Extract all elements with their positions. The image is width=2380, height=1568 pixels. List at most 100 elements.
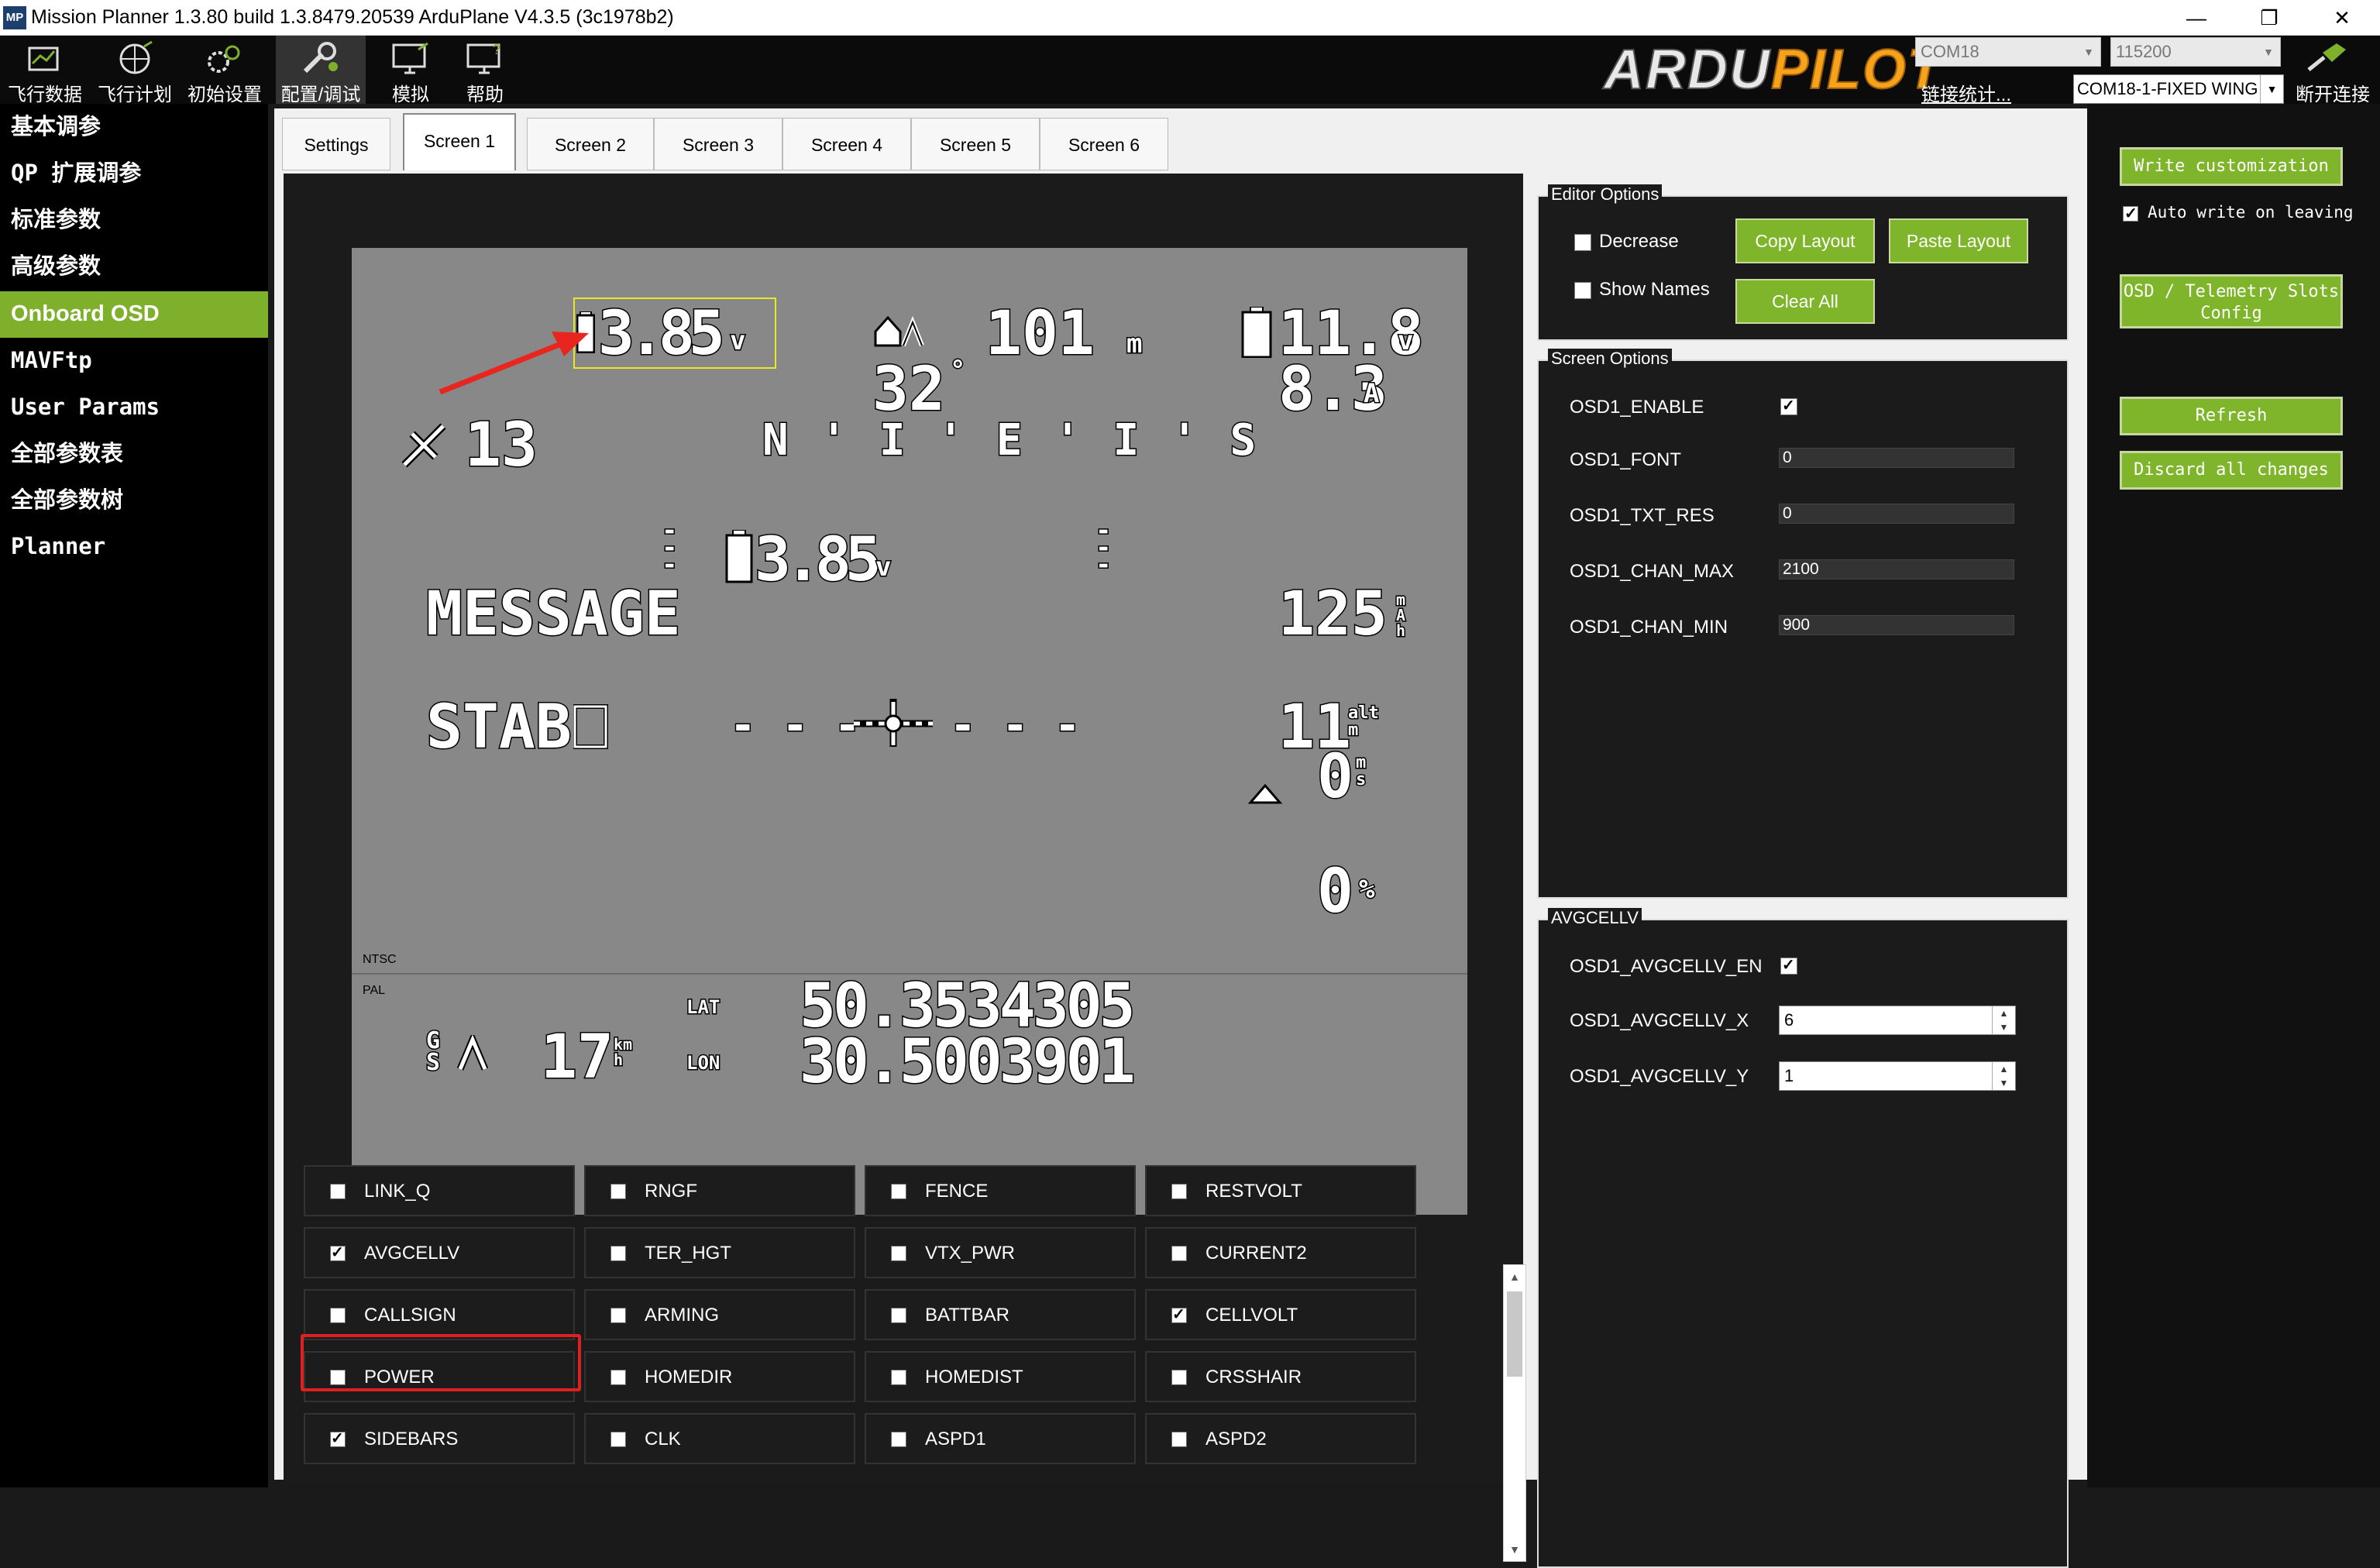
checkbox[interactable] (1171, 1305, 1187, 1324)
osd-throttle[interactable]: 0 (1316, 856, 1355, 928)
osd-item-checkbox-battbar[interactable]: BATTBAR (865, 1289, 1136, 1340)
checkbox[interactable] (330, 1184, 346, 1199)
copy-layout-button[interactable]: Copy Layout (1735, 218, 1875, 263)
show-names-checkbox[interactable] (1574, 282, 1591, 299)
avgcellv-x-spinner[interactable]: 6 ▲ ▼ (1779, 1006, 2016, 1035)
osd-item-checkbox-fence[interactable]: FENCE (865, 1165, 1136, 1216)
tab-screen-1[interactable]: Screen 1 (403, 113, 516, 170)
osd-longitude[interactable]: 30.5003901 (799, 1026, 1137, 1099)
osd-avgcell-value[interactable]: 3.85 (597, 298, 727, 370)
sidebar-item-onboard-osd[interactable]: Onboard OSD (0, 291, 268, 338)
clear-all-button[interactable]: Clear All (1735, 279, 1875, 324)
auto-write-checkbox[interactable] (2123, 204, 2138, 223)
checkbox-grid-scrollbar[interactable]: ▲ ▼ (1503, 1264, 1526, 1562)
avgcellv-y-spinner[interactable]: 1 ▲ ▼ (1779, 1061, 2016, 1091)
osd-home-distance[interactable]: 101 (985, 298, 1096, 370)
restore-icon[interactable]: ❐ (2242, 0, 2296, 36)
osd-flight-mode[interactable]: STAB (425, 692, 573, 764)
checkbox[interactable] (1171, 1370, 1187, 1385)
sidebar-item-standard-params[interactable]: 标准参数 (0, 197, 268, 242)
baud-select[interactable]: 115200 ▼ (2110, 37, 2281, 67)
sidebar-item-full-param-tree[interactable]: 全部参数树 (0, 477, 268, 522)
checkbox[interactable] (610, 1432, 626, 1447)
osd-vertical-speed[interactable]: 0 (1316, 741, 1355, 813)
checkbox[interactable] (891, 1370, 906, 1385)
osd1-chan-min-field[interactable]: 900 (1779, 615, 2014, 635)
link-stats-link[interactable]: 链接统计... (1921, 79, 2011, 106)
osd-item-checkbox-aspd2[interactable]: ASPD2 (1145, 1413, 1416, 1464)
sidebar-item-planner[interactable]: Planner (0, 524, 268, 569)
checkbox[interactable] (1171, 1246, 1187, 1261)
tab-settings[interactable]: Settings (282, 118, 390, 170)
osd-item-checkbox-link_q[interactable]: LINK_Q (304, 1165, 575, 1216)
checkbox[interactable] (1171, 1184, 1187, 1199)
osd-sat-count[interactable]: 13 (464, 410, 539, 482)
disconnect-button[interactable]: 断开连接 (2285, 36, 2380, 105)
menu-flight-data[interactable]: 飞行数据 (0, 36, 90, 105)
sidebar-item-basic-tuning[interactable]: 基本调参 (0, 104, 268, 149)
osd-item-checkbox-callsign[interactable]: CALLSIGN (304, 1289, 575, 1340)
osd-item-checkbox-crsshair[interactable]: CRSSHAIR (1145, 1351, 1416, 1402)
paste-layout-button[interactable]: Paste Layout (1889, 218, 2028, 263)
osd-item-checkbox-avgcellv[interactable]: AVGCELLV (304, 1227, 575, 1278)
write-customization-button[interactable]: Write customization (2120, 147, 2343, 186)
osd-item-checkbox-homedist[interactable]: HOMEDIST (865, 1351, 1136, 1402)
sidebar-item-user-params[interactable]: User Params (0, 384, 268, 429)
scroll-up-icon[interactable]: ▲ (1504, 1265, 1525, 1288)
osd-compass[interactable]: N ' I ' E ' I ' S (761, 414, 1259, 467)
osd1-font-field[interactable]: 0 (1779, 448, 2014, 468)
close-icon[interactable]: ✕ (2315, 0, 2369, 36)
osd-heading[interactable]: 32 (872, 354, 947, 426)
checkbox[interactable] (330, 1243, 346, 1262)
checkbox[interactable] (330, 1308, 346, 1323)
checkbox[interactable] (610, 1246, 626, 1261)
osd-item-checkbox-sidebars[interactable]: SIDEBARS (304, 1413, 575, 1464)
menu-flight-plan[interactable]: 飞行计划 (90, 36, 180, 105)
menu-initial-setup[interactable]: 初始设置 (180, 36, 270, 105)
osd-item-checkbox-homedir[interactable]: HOMEDIR (584, 1351, 855, 1402)
minimize-icon[interactable]: — (2169, 0, 2224, 36)
tab-screen-6[interactable]: Screen 6 (1040, 118, 1168, 170)
tab-screen-4[interactable]: Screen 4 (782, 118, 911, 170)
com-port-select[interactable]: COM18 ▼ (1915, 37, 2101, 67)
checkbox[interactable] (891, 1432, 906, 1447)
osd-ground-speed[interactable]: 17 (540, 1022, 615, 1094)
checkbox[interactable] (610, 1370, 626, 1385)
osd-mah[interactable]: 125 (1278, 579, 1389, 651)
osd-item-checkbox-current2[interactable]: CURRENT2 (1145, 1227, 1416, 1278)
osd-telemetry-slots-config-button[interactable]: OSD / Telemetry Slots Config (2120, 274, 2343, 328)
osd-cellvolt-value[interactable]: 3.85 (754, 524, 883, 597)
tab-screen-3[interactable]: Screen 3 (654, 118, 782, 170)
checkbox[interactable] (610, 1184, 626, 1199)
checkbox[interactable] (610, 1308, 626, 1323)
tab-screen-5[interactable]: Screen 5 (911, 118, 1040, 170)
osd-item-checkbox-restvolt[interactable]: RESTVOLT (1145, 1165, 1416, 1216)
checkbox[interactable] (891, 1308, 906, 1323)
scroll-thumb[interactable] (1507, 1291, 1522, 1377)
connection-select[interactable]: COM18-1-FIXED WING ▼ (2073, 74, 2284, 104)
spinner-arrows-icon[interactable]: ▲ ▼ (1992, 1006, 2015, 1034)
osd-message[interactable]: MESSAGE (425, 579, 683, 651)
osd-item-checkbox-clk[interactable]: CLK (584, 1413, 855, 1464)
checkbox[interactable] (891, 1246, 906, 1261)
osd1-txt-res-field[interactable]: 0 (1779, 504, 2014, 524)
osd-item-checkbox-ter_hgt[interactable]: TER_HGT (584, 1227, 855, 1278)
checkbox[interactable] (891, 1184, 906, 1199)
osd-item-checkbox-aspd1[interactable]: ASPD1 (865, 1413, 1136, 1464)
tab-screen-2[interactable]: Screen 2 (527, 118, 654, 170)
menu-help[interactable]: ? 帮助 (440, 36, 530, 105)
checkbox[interactable] (330, 1429, 346, 1448)
sidebar-item-advanced-params[interactable]: 高级参数 (0, 243, 268, 288)
osd-item-checkbox-rngf[interactable]: RNGF (584, 1165, 855, 1216)
menu-config-tuning[interactable]: 配置/调试 (276, 36, 366, 105)
sidebar-item-qp-tuning[interactable]: QP 扩展调参 (0, 150, 268, 195)
osd-preview-screen[interactable]: 3.85 v 101 m 11.8 v 32 ° 8.3 A 13 N ' I … (352, 248, 1467, 1215)
osd-item-checkbox-vtx_pwr[interactable]: VTX_PWR (865, 1227, 1136, 1278)
scroll-down-icon[interactable]: ▼ (1504, 1538, 1525, 1561)
discard-changes-button[interactable]: Discard all changes (2120, 451, 2343, 490)
avgcellv-en-checkbox[interactable] (1780, 955, 1797, 975)
checkbox[interactable] (1171, 1432, 1187, 1447)
osd1-chan-max-field[interactable]: 2100 (1779, 559, 2014, 579)
osd-item-checkbox-cellvolt[interactable]: CELLVOLT (1145, 1289, 1416, 1340)
osd1-enable-checkbox[interactable] (1780, 396, 1797, 415)
